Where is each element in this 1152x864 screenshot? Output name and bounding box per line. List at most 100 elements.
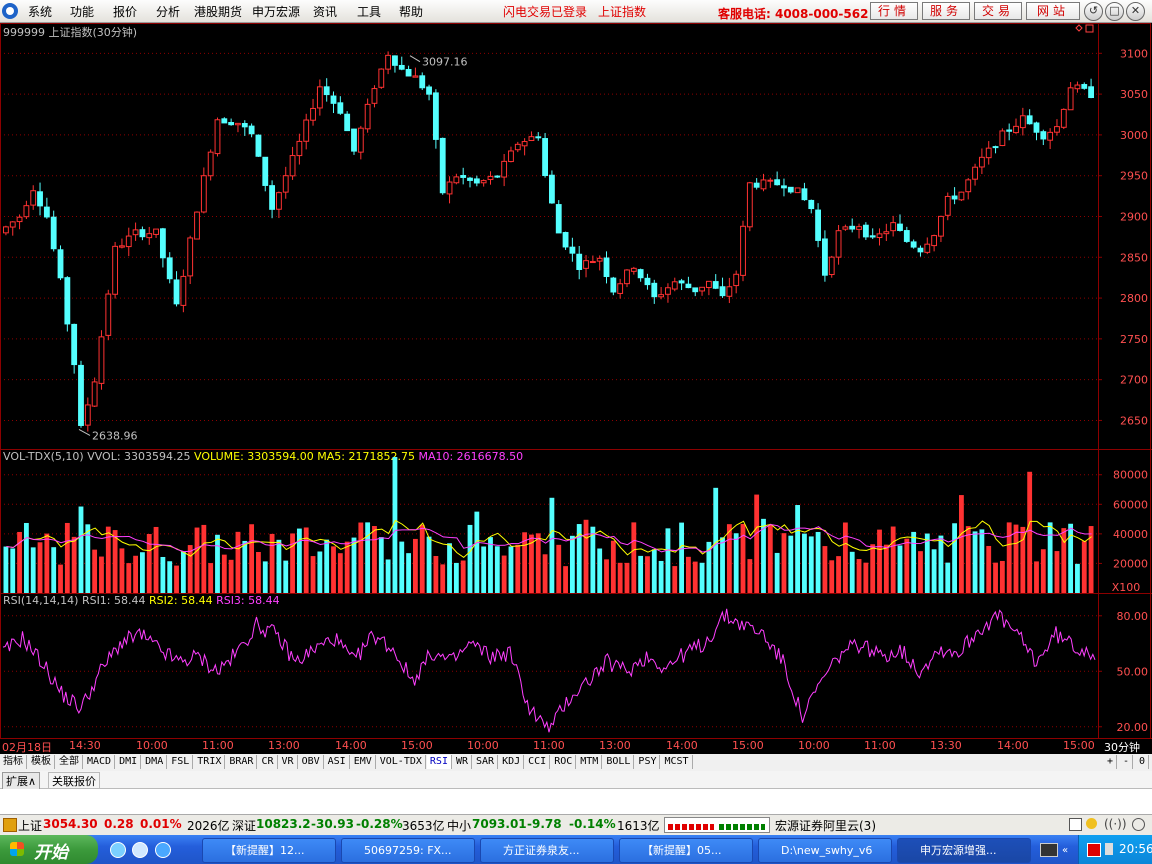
- candle-body: [16, 216, 23, 223]
- lock-icon[interactable]: [3, 818, 17, 832]
- volume-bar: [501, 555, 507, 593]
- tray-app-icon[interactable]: [1087, 843, 1101, 857]
- candle-body: [733, 273, 740, 287]
- tab-boll[interactable]: BOLL: [603, 755, 635, 769]
- tab-mcst[interactable]: MCST: [661, 755, 693, 769]
- ie-icon[interactable]: [110, 842, 126, 858]
- tab-indicator[interactable]: 指标: [0, 755, 27, 769]
- taskbar-item-folder[interactable]: D:\new_swhy_v6: [758, 838, 892, 863]
- menu-system[interactable]: 系统: [28, 3, 52, 20]
- menu-info[interactable]: 资讯: [313, 3, 337, 20]
- volume-bar: [180, 551, 186, 593]
- taskbar-item-fx[interactable]: 50697259: FX...: [341, 838, 475, 863]
- candle-body: [64, 277, 71, 325]
- tab-psy[interactable]: PSY: [635, 755, 661, 769]
- tab-kdj[interactable]: KDJ: [499, 755, 525, 769]
- time-label: 11:00: [533, 739, 565, 752]
- tab-emv[interactable]: EMV: [351, 755, 376, 769]
- zx-value: 7093.01: [472, 817, 527, 831]
- tab-macd[interactable]: MACD: [84, 755, 116, 769]
- related-quotes-tab[interactable]: 关联报价: [48, 772, 100, 790]
- tab-vol-tdx[interactable]: VOL-TDX: [377, 755, 426, 769]
- candle-body: [999, 130, 1006, 147]
- stock-chart[interactable]: 3100 3050 3000 2950 2900 2850 2800 2750 2700 2650…: [0, 23, 1152, 740]
- volume-bar: [890, 526, 896, 593]
- tab-mtm[interactable]: MTM: [577, 755, 603, 769]
- reset-button[interactable]: 0: [1136, 755, 1150, 769]
- current-index: 上证指数: [598, 5, 647, 19]
- close-icon[interactable]: ✕: [1126, 2, 1145, 21]
- volume-bar: [569, 535, 575, 593]
- volume-bar: [904, 538, 910, 593]
- candle-body: [289, 155, 296, 177]
- start-button[interactable]: 开始: [0, 835, 98, 864]
- tab-dma[interactable]: DMA: [142, 755, 168, 769]
- tab-all[interactable]: 全部: [56, 755, 83, 769]
- menu-swhy[interactable]: 申万宏源: [252, 3, 300, 20]
- candle-body: [1040, 131, 1047, 140]
- zx-pct: -0.14%: [569, 817, 616, 831]
- taskbar-item-founder[interactable]: 方正证券泉友...: [480, 838, 614, 863]
- restore-icon[interactable]: ↺: [1084, 2, 1103, 21]
- candle-body: [528, 136, 535, 142]
- candle-body: [644, 277, 651, 286]
- tab-asi[interactable]: ASI: [325, 755, 350, 769]
- menu-tools[interactable]: 工具: [357, 3, 381, 20]
- tab-roc[interactable]: ROC: [551, 755, 577, 769]
- volume-bar: [433, 556, 439, 593]
- ie-quicklaunch-icon[interactable]: [155, 842, 171, 858]
- y-tick-label: 2750: [1120, 333, 1148, 346]
- tab-trix[interactable]: TRIX: [194, 755, 226, 769]
- tab-rsi[interactable]: RSI: [426, 755, 452, 769]
- bulb-icon[interactable]: [1086, 818, 1097, 829]
- tab-obv[interactable]: OBV: [299, 755, 324, 769]
- candle-body: [637, 269, 644, 279]
- taskbar-item-reminder-1[interactable]: 【新提醒】12...: [202, 838, 336, 863]
- tab-cci[interactable]: CCI: [525, 755, 551, 769]
- candle-body: [344, 113, 351, 132]
- zoom-in-button[interactable]: +: [1104, 755, 1118, 769]
- tab-cr[interactable]: CR: [258, 755, 278, 769]
- website-button[interactable]: 网站: [1026, 2, 1080, 20]
- tab-brar[interactable]: BRAR: [226, 755, 258, 769]
- tab-dmi[interactable]: DMI: [116, 755, 142, 769]
- volume-bar: [931, 549, 937, 593]
- zoom-out-button[interactable]: -: [1120, 755, 1134, 769]
- taskbar-item-swhy[interactable]: 申万宏源增强...: [897, 838, 1031, 863]
- menu-analysis[interactable]: 分析: [156, 3, 180, 20]
- volume-bar: [153, 526, 159, 593]
- menu-quote[interactable]: 报价: [113, 3, 137, 20]
- candle-body: [678, 280, 685, 284]
- tab-sar[interactable]: SAR: [473, 755, 499, 769]
- menu-hk-futures[interactable]: 港股期货: [194, 3, 242, 20]
- tab-wr[interactable]: WR: [453, 755, 473, 769]
- volume-bar: [399, 541, 405, 593]
- tab-template[interactable]: 模板: [28, 755, 55, 769]
- quote-button[interactable]: 行情: [870, 2, 918, 20]
- menu-help[interactable]: 帮助: [399, 3, 423, 20]
- menu-function[interactable]: 功能: [70, 3, 94, 20]
- expand-tray-icon[interactable]: «: [1062, 845, 1068, 856]
- volume-bar: [631, 522, 637, 593]
- service-button[interactable]: 服务: [922, 2, 970, 20]
- candle-body: [801, 188, 808, 201]
- keyboard-icon[interactable]: [1040, 843, 1058, 857]
- diamond-icon: [1075, 24, 1083, 32]
- volume-title: VOL-TDX(5,10): [3, 450, 87, 463]
- settings-icon[interactable]: [1132, 818, 1145, 831]
- period-label[interactable]: 30分钟: [1104, 739, 1140, 755]
- volume-bar: [911, 531, 917, 593]
- volume-icon[interactable]: [1105, 843, 1113, 855]
- taskbar-item-reminder-2[interactable]: 【新提醒】05...: [619, 838, 753, 863]
- tab-vr[interactable]: VR: [279, 755, 298, 769]
- window-icon[interactable]: [1069, 818, 1082, 831]
- tab-fsl[interactable]: FSL: [168, 755, 194, 769]
- expand-tab[interactable]: 扩展∧: [2, 772, 41, 790]
- candle-body: [166, 257, 173, 280]
- maximize-icon[interactable]: □: [1105, 2, 1124, 21]
- trade-button[interactable]: 交易: [974, 2, 1022, 20]
- volume-bar: [242, 540, 248, 593]
- browser-icon[interactable]: [132, 842, 148, 858]
- volume-bar: [447, 543, 452, 593]
- app-logo-icon[interactable]: [2, 3, 18, 19]
